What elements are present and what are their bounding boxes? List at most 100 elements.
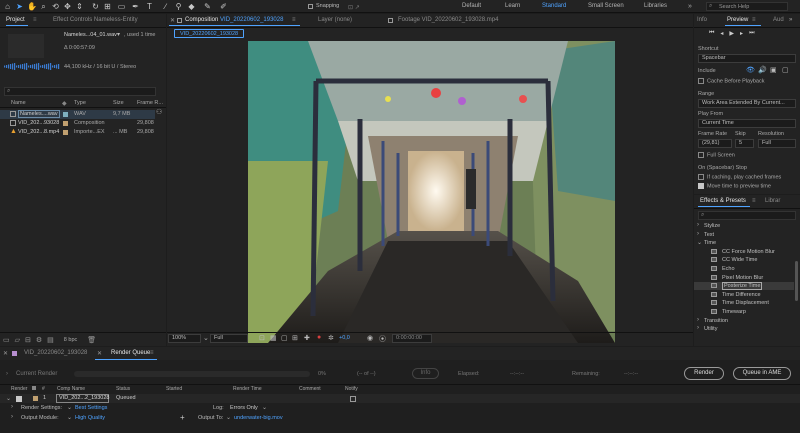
transparency-grid-icon[interactable]: ▦ bbox=[270, 334, 277, 342]
exposure-icon[interactable]: ✲ bbox=[328, 334, 334, 342]
panel-overflow-icon[interactable]: » bbox=[789, 17, 792, 23]
effects-item[interactable]: › Utility bbox=[694, 325, 794, 333]
render-queue-menu-icon[interactable]: ≡ bbox=[150, 350, 154, 356]
effects-item[interactable]: Echo bbox=[694, 265, 794, 273]
render-settings-value[interactable]: Best Settings bbox=[75, 405, 107, 411]
footage-lock-icon[interactable] bbox=[388, 18, 393, 23]
play-from-select[interactable]: Current Time bbox=[698, 119, 796, 128]
col-name[interactable]: Name bbox=[11, 100, 26, 106]
project-row[interactable]: VID_202...93028 Composition 29,808 bbox=[0, 119, 155, 128]
previous-frame-icon[interactable]: ◂ bbox=[720, 30, 723, 37]
play-icon[interactable]: ▶ bbox=[729, 30, 734, 37]
preview-menu-icon[interactable]: ≡ bbox=[752, 17, 756, 23]
item-label-color[interactable] bbox=[63, 112, 68, 117]
effects-item[interactable]: CC Wide Time bbox=[694, 256, 794, 264]
effects-item[interactable]: Time Difference bbox=[694, 291, 794, 299]
expand-arrow-icon[interactable]: ⌄ bbox=[697, 239, 702, 246]
first-frame-icon[interactable]: ⏮ bbox=[709, 30, 714, 37]
col-notify[interactable]: Notify bbox=[345, 386, 358, 392]
expand-arrow-icon[interactable]: › bbox=[697, 231, 699, 237]
log-select[interactable]: Errors Only bbox=[230, 405, 258, 411]
zoom-select[interactable]: 100% bbox=[168, 334, 201, 343]
new-composition-icon[interactable]: ⊟ bbox=[25, 336, 31, 344]
tab-footage[interactable]: Footage VID_20220602_193028.mp4 bbox=[398, 17, 498, 23]
col-size[interactable]: Size bbox=[113, 100, 124, 106]
tab-layer[interactable]: Layer (none) bbox=[318, 17, 352, 23]
include-video-icon[interactable]: 👁 bbox=[746, 66, 755, 74]
item-label-color[interactable] bbox=[63, 130, 68, 135]
expand-arrow-icon[interactable]: › bbox=[697, 222, 699, 228]
range-select[interactable]: Work Area Extended By Current... bbox=[698, 99, 796, 108]
trash-icon[interactable]: 🗑 bbox=[87, 336, 96, 344]
effects-item[interactable]: CC Force Motion Blur bbox=[694, 248, 794, 256]
pen-tool-icon[interactable]: ✒ bbox=[131, 2, 140, 11]
col-status[interactable]: Status bbox=[116, 386, 130, 392]
comp-breadcrumb[interactable]: VID_20220602_193028 bbox=[174, 29, 245, 38]
lock-icon[interactable] bbox=[177, 18, 182, 23]
expand-arrow-icon[interactable]: ⌄ bbox=[6, 395, 11, 402]
search-help-field[interactable]: ⌕ Search Help bbox=[706, 2, 788, 11]
include-audio-icon[interactable]: 🔊 bbox=[758, 66, 767, 74]
log-dropdown-icon[interactable]: ⌄ bbox=[262, 404, 267, 411]
include-layer-controls-icon[interactable]: ▢ bbox=[782, 66, 789, 74]
effects-item[interactable]: Time Displacement bbox=[694, 299, 794, 307]
project-row[interactable]: ▲ VID_202...8.mp4 Importe...EX ... MB 29,808 bbox=[0, 128, 155, 137]
workspace-standard[interactable]: Standard bbox=[542, 3, 566, 9]
output-module-value[interactable]: High Quality bbox=[75, 415, 105, 421]
tab-effects-presets[interactable]: Effects & Presets bbox=[700, 198, 746, 204]
close-icon[interactable]: ✕ bbox=[3, 350, 8, 357]
tab-effect-controls[interactable]: Effect Controls Nameless-Entity bbox=[53, 17, 138, 23]
project-search-input[interactable]: ⌕ bbox=[4, 87, 156, 96]
brush-tool-icon[interactable]: ∕ bbox=[161, 2, 170, 11]
timecode-field[interactable]: 0:00:00:00 bbox=[392, 334, 432, 343]
selected-item-dropdown-icon[interactable]: ▾ bbox=[117, 31, 120, 38]
tab-composition[interactable]: Composition VID_20220602_193028 bbox=[185, 17, 283, 23]
col-render[interactable]: Render bbox=[11, 386, 27, 392]
snapping-checkbox[interactable] bbox=[308, 4, 313, 9]
next-frame-icon[interactable]: ▸ bbox=[740, 30, 743, 37]
new-folder-icon[interactable]: ▱ bbox=[15, 336, 20, 344]
render-settings-dropdown-icon[interactable]: ⌄ bbox=[67, 404, 72, 411]
exposure-value[interactable]: +0,0 bbox=[339, 335, 350, 341]
col-started[interactable]: Started bbox=[166, 386, 182, 392]
rotate-tool-icon[interactable]: ↻ bbox=[91, 2, 100, 11]
effects-item[interactable]: › Stylize bbox=[694, 222, 794, 230]
composition-viewer[interactable] bbox=[248, 41, 615, 343]
resolution-select-preview[interactable]: Full bbox=[758, 139, 796, 148]
selection-tool-icon[interactable]: ➤ bbox=[15, 2, 24, 11]
output-to-value[interactable]: underwater-big.mov bbox=[234, 415, 283, 421]
col-comment[interactable]: Comment bbox=[299, 386, 321, 392]
effects-item[interactable]: › Text bbox=[694, 231, 794, 239]
render-checkbox[interactable] bbox=[16, 396, 22, 402]
shortcut-select[interactable]: Spacebar bbox=[698, 54, 796, 63]
col-comp-name[interactable]: Comp Name bbox=[57, 386, 85, 392]
new-item-icon[interactable]: ▤ bbox=[47, 336, 54, 344]
workspace-small-screen[interactable]: Small Screen bbox=[588, 3, 624, 9]
eraser-tool-icon[interactable]: ◆ bbox=[187, 2, 196, 11]
snapshot-icon[interactable]: ◉ bbox=[367, 334, 373, 342]
region-of-interest-icon[interactable]: ⊡ bbox=[259, 334, 265, 342]
effects-menu-icon[interactable]: ≡ bbox=[752, 198, 756, 204]
tab-libraries[interactable]: Librar bbox=[765, 198, 780, 204]
workspace-learn[interactable]: Learn bbox=[505, 3, 520, 9]
show-snapshot-icon[interactable]: ⦿ bbox=[379, 334, 386, 344]
color-management-icon[interactable]: ● bbox=[317, 334, 321, 341]
zoom-tool-icon[interactable]: ⌕ bbox=[39, 2, 48, 11]
project-flowchart-icon[interactable]: ⚇ bbox=[156, 108, 162, 116]
expand-arrow-icon[interactable]: › bbox=[6, 371, 8, 377]
anchor-tool-icon[interactable]: ⊞ bbox=[103, 2, 112, 11]
zoom-dropdown-icon[interactable]: ⌄ bbox=[203, 334, 209, 342]
close-icon[interactable]: ✕ bbox=[97, 350, 102, 357]
roto-brush-icon[interactable]: ✎ bbox=[203, 2, 212, 11]
snap-options-icon[interactable]: ⊡ ↗ bbox=[348, 4, 360, 11]
output-to-dropdown-icon[interactable]: ⌄ bbox=[226, 414, 231, 421]
expand-arrow-icon[interactable]: › bbox=[11, 414, 13, 420]
clone-stamp-icon[interactable]: ⚲ bbox=[174, 2, 183, 11]
puppet-pin-icon[interactable]: ✐ bbox=[219, 2, 228, 11]
item-label-color[interactable] bbox=[63, 121, 68, 126]
tab-render-queue[interactable]: Render Queue bbox=[111, 350, 150, 356]
col-frame-rate[interactable]: Frame R... bbox=[137, 100, 163, 106]
effects-item[interactable]: Posterize Time bbox=[694, 282, 794, 291]
effects-item[interactable]: Timewarp bbox=[694, 308, 794, 316]
dolly-camera-icon[interactable]: ⇕ bbox=[75, 2, 84, 11]
